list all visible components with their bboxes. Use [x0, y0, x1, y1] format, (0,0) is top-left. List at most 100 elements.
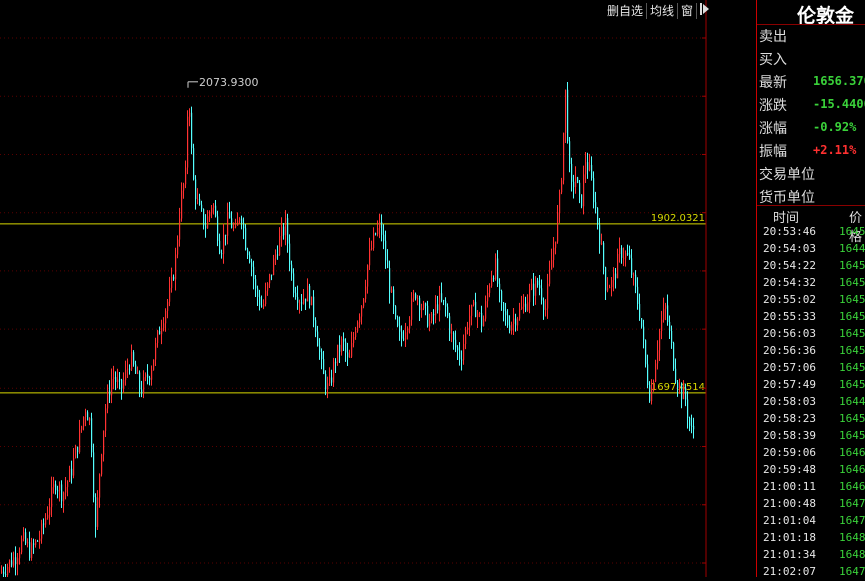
- candle-body: [77, 446, 79, 453]
- tick-time: 20:55:02: [763, 293, 816, 306]
- candle-body: [431, 313, 433, 322]
- tick-price: 1645.: [839, 429, 865, 442]
- candle-body: [303, 298, 305, 304]
- candle-body: [499, 283, 501, 292]
- candle-body: [281, 226, 283, 237]
- candle-body: [113, 377, 115, 379]
- candle-body: [631, 258, 633, 275]
- candle-body: [129, 368, 131, 370]
- candle-body: [41, 523, 43, 539]
- tick-time-header: 时间: [773, 211, 800, 226]
- candle-body: [393, 289, 395, 307]
- candle-body: [97, 497, 99, 527]
- candle-body: [27, 542, 29, 544]
- candle-body: [151, 370, 153, 380]
- candle-body: [205, 225, 207, 229]
- tick-price: 1645.: [839, 327, 865, 340]
- quote-label: 买入: [759, 52, 787, 68]
- tick-row: 20:59:48 1646.: [757, 463, 865, 480]
- tick-row: 20:59:06 1646.: [757, 446, 865, 463]
- candle-body: [437, 304, 439, 311]
- candle-body: [277, 254, 279, 256]
- tick-time: 20:59:48: [763, 463, 816, 476]
- candle-body: [319, 346, 321, 352]
- candle-body: [619, 247, 621, 254]
- tick-row: 20:53:46 1645.: [757, 225, 865, 242]
- price-chart[interactable]: 1902.03211697.4514 2126.9532056.4791986.…: [0, 0, 762, 581]
- candle-body: [369, 248, 371, 266]
- candle-body: [231, 218, 233, 228]
- candle-body: [559, 192, 561, 213]
- candle-body: [599, 224, 601, 245]
- divider: [757, 24, 865, 25]
- candle-body: [419, 298, 421, 311]
- candle-body: [127, 368, 129, 370]
- candle-body: [55, 484, 57, 491]
- candle-body: [81, 426, 83, 430]
- candle-body: [521, 306, 523, 309]
- candle-body: [57, 490, 59, 492]
- quote-label: 振幅: [759, 144, 787, 160]
- tick-time: 21:01:18: [763, 531, 816, 544]
- candle-body: [139, 372, 141, 390]
- candle-body: [443, 300, 445, 302]
- candle-body: [633, 274, 635, 276]
- candle-body: [141, 389, 143, 394]
- candle-body: [279, 236, 281, 255]
- candle-body: [67, 481, 69, 488]
- candle-body: [413, 293, 415, 299]
- candle-body: [573, 181, 575, 188]
- candle-body: [469, 315, 471, 328]
- candle-body: [373, 233, 375, 248]
- candle-body: [253, 266, 255, 280]
- candle-body: [353, 337, 355, 344]
- candle-body: [73, 458, 75, 476]
- window-button[interactable]: 窗: [678, 3, 698, 19]
- candle-body: [553, 247, 555, 261]
- candle-body: [685, 387, 687, 400]
- tick-row: 21:01:34 1648.: [757, 548, 865, 565]
- quote-label: 卖出: [759, 29, 787, 45]
- tick-price: 1647.: [839, 514, 865, 527]
- candle-body: [675, 368, 677, 383]
- candle-body: [271, 274, 273, 276]
- chart-canvas[interactable]: 1902.03211697.4514 2126.9532056.4791986.…: [0, 0, 762, 581]
- candle-body: [395, 306, 397, 318]
- candle-body: [507, 315, 509, 326]
- moving-average-button[interactable]: 均线: [647, 3, 679, 19]
- candle-body: [479, 312, 481, 314]
- tick-time: 21:01:04: [763, 514, 816, 527]
- candle-body: [179, 218, 181, 240]
- candle-body: [451, 332, 453, 334]
- candle-body: [693, 426, 695, 430]
- tick-row: 20:55:33 1645.: [757, 310, 865, 327]
- candle-body: [569, 141, 571, 164]
- tick-price: 1645.: [839, 378, 865, 391]
- candle-body: [357, 322, 359, 332]
- candle-body: [465, 329, 467, 344]
- candle-body: [51, 487, 53, 508]
- candle-body: [535, 280, 537, 296]
- candle-body: [581, 194, 583, 207]
- arrow-right-icon[interactable]: [697, 3, 713, 19]
- tick-time: 20:58:39: [763, 429, 816, 442]
- candle-body: [17, 558, 19, 565]
- candle-body: [627, 253, 629, 255]
- candle-body: [43, 523, 45, 525]
- candle-body: [337, 344, 339, 363]
- candle-body: [131, 352, 133, 370]
- candle-body: [183, 184, 185, 191]
- candle-body: [209, 212, 211, 217]
- candle-body: [467, 327, 469, 330]
- candle-body: [331, 377, 333, 383]
- candle-body: [255, 279, 257, 289]
- candle-body: [305, 298, 307, 302]
- candle-body: [549, 269, 551, 284]
- candle-body: [221, 253, 223, 255]
- candle-body: [315, 320, 317, 332]
- candle-body: [637, 286, 639, 304]
- remove-watchlist-button[interactable]: 删自选: [604, 3, 648, 19]
- candle-body: [511, 323, 513, 331]
- candle-body: [495, 258, 497, 279]
- candle-body: [483, 318, 485, 327]
